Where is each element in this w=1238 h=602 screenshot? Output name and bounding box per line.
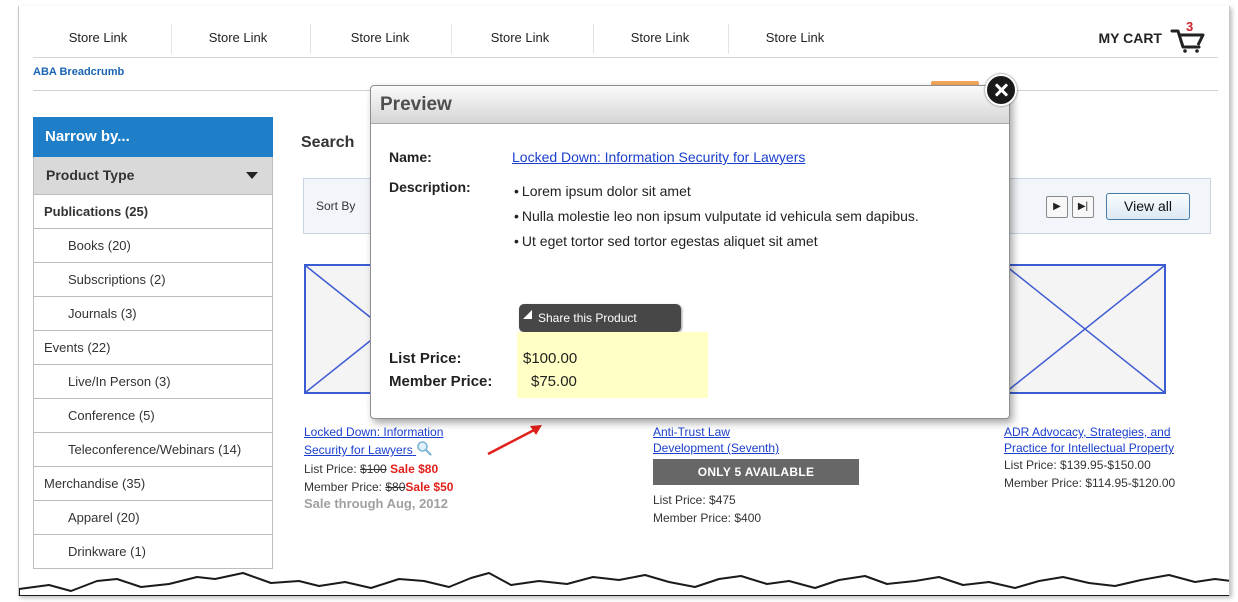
- nav-store-link-6[interactable]: Store Link: [730, 20, 860, 56]
- share-corner-icon: [523, 310, 532, 319]
- sale-price: Sale $50: [405, 480, 454, 494]
- annotation-arrow: [487, 425, 542, 456]
- product-title-line[interactable]: Security for Lawyers: [304, 443, 413, 457]
- product-title-link[interactable]: ADR Advocacy, Strategies, and Practice f…: [1004, 424, 1226, 456]
- close-icon[interactable]: [985, 74, 1017, 106]
- sidebar-item-live-in-person[interactable]: Live/In Person (3): [33, 365, 273, 399]
- member-price-line: Member Price: $400: [653, 511, 762, 525]
- member-price-label: Member Price:: [304, 480, 383, 494]
- description-item: Lorem ipsum dolor sit amet: [512, 179, 932, 204]
- nav-store-link-3[interactable]: Store Link: [315, 20, 445, 56]
- nav-divider: [451, 24, 452, 54]
- product-card: Anti-Trust Law Development (Seventh) ONL…: [653, 424, 873, 527]
- product-title-line[interactable]: Practice for Intellectual Property: [1004, 441, 1174, 455]
- dropdown-triangle-icon: [246, 172, 258, 179]
- view-all-button[interactable]: View all: [1106, 193, 1190, 220]
- product-title-line[interactable]: ADR Advocacy, Strategies, and: [1004, 425, 1171, 439]
- name-label: Name:: [389, 149, 432, 165]
- top-nav: Store Link Store Link Store Link Store L…: [33, 19, 1218, 58]
- product-name-link[interactable]: Locked Down: Information Security for La…: [512, 149, 805, 165]
- breadcrumb[interactable]: ABA Breadcrumb: [33, 66, 124, 78]
- product-title-line[interactable]: Locked Down: Information: [304, 425, 443, 439]
- member-price-value: $75.00: [531, 373, 577, 390]
- availability-badge: ONLY 5 AVAILABLE: [653, 459, 859, 485]
- member-price-line: Member Price: $114.95-$120.00: [1004, 476, 1176, 490]
- my-cart[interactable]: MY CART 3: [1098, 19, 1206, 56]
- sidebar-item-apparel[interactable]: Apparel (20): [33, 501, 273, 535]
- magnifier-icon[interactable]: [416, 440, 432, 460]
- product-card: ADR Advocacy, Strategies, and Practice f…: [1004, 424, 1226, 492]
- cart-icon: 3: [1170, 19, 1206, 53]
- list-price-line: List Price: $475: [653, 493, 736, 507]
- list-price-label: List Price:: [389, 350, 462, 367]
- sidebar-item-publications[interactable]: Publications (25): [33, 195, 273, 229]
- nav-divider: [310, 24, 311, 54]
- page-frame: Store Link Store Link Store Link Store L…: [18, 6, 1230, 596]
- narrow-by-sidebar: Narrow by... Product Type Publications (…: [33, 117, 273, 569]
- sidebar-item-journals[interactable]: Journals (3): [33, 297, 273, 331]
- share-product-button[interactable]: Share this Product: [519, 304, 681, 332]
- nav-store-link-2[interactable]: Store Link: [173, 20, 303, 56]
- product-card: Locked Down: Information Security for La…: [304, 424, 504, 511]
- list-price-value: $100.00: [523, 350, 578, 367]
- product-image-placeholder[interactable]: [1004, 264, 1166, 394]
- description-label: Description:: [389, 179, 471, 195]
- modal-title: Preview: [371, 86, 1009, 124]
- preview-modal: Preview Name: Locked Down: Information S…: [370, 85, 1010, 419]
- nav-divider: [171, 24, 172, 54]
- cart-count-badge: 3: [1186, 19, 1194, 34]
- product-title-line[interactable]: Anti-Trust Law: [653, 425, 730, 439]
- sort-by-label[interactable]: Sort By: [316, 199, 355, 213]
- nav-divider: [593, 24, 594, 54]
- next-page-button[interactable]: ▶: [1046, 196, 1068, 218]
- cart-label: MY CART: [1098, 30, 1162, 46]
- sidebar-item-subscriptions[interactable]: Subscriptions (2): [33, 263, 273, 297]
- sidebar-item-books[interactable]: Books (20): [33, 229, 273, 263]
- description-list: Lorem ipsum dolor sit amet Nulla molesti…: [512, 179, 932, 254]
- product-title-link[interactable]: Anti-Trust Law Development (Seventh): [653, 424, 873, 456]
- product-type-dropdown[interactable]: Product Type: [33, 157, 273, 195]
- list-price-label: List Price:: [304, 462, 357, 476]
- original-price: $80: [385, 480, 406, 494]
- narrow-by-header: Narrow by...: [33, 117, 273, 157]
- list-price-line: List Price: $100 Sale $80: [304, 460, 504, 478]
- product-title-line[interactable]: Development (Seventh): [653, 441, 779, 455]
- sidebar-item-teleconference-webinars[interactable]: Teleconference/Webinars (14): [33, 433, 273, 467]
- product-title-link[interactable]: Locked Down: Information Security for La…: [304, 424, 504, 460]
- last-page-icon: ▶|: [1077, 201, 1089, 212]
- sidebar-item-conference[interactable]: Conference (5): [33, 399, 273, 433]
- description-item: Ut eget tortor sed tortor egestas alique…: [512, 229, 932, 254]
- product-type-label: Product Type: [46, 167, 135, 183]
- member-price-line: Member Price: $80Sale $50: [304, 478, 504, 496]
- sidebar-item-events[interactable]: Events (22): [33, 331, 273, 365]
- sale-price: Sale $80: [390, 462, 439, 476]
- torn-edge-decoration: [19, 572, 1229, 596]
- nav-store-link-4[interactable]: Store Link: [455, 20, 585, 56]
- nav-store-link-1[interactable]: Store Link: [33, 20, 163, 56]
- nav-store-link-5[interactable]: Store Link: [595, 20, 725, 56]
- list-price-line: List Price: $139.95-$150.00: [1004, 458, 1151, 472]
- member-price-label: Member Price:: [389, 373, 493, 390]
- original-price: $100: [360, 462, 387, 476]
- last-page-button[interactable]: ▶|: [1072, 196, 1094, 218]
- share-button-label: Share this Product: [538, 311, 637, 325]
- sale-note: Sale through Aug, 2012: [304, 496, 448, 511]
- next-page-icon: ▶: [1053, 201, 1061, 212]
- sidebar-item-merchandise[interactable]: Merchandise (35): [33, 467, 273, 501]
- description-item: Nulla molestie leo non ipsum vulputate i…: [512, 204, 932, 229]
- search-results-title: Search: [301, 134, 355, 151]
- nav-divider: [728, 24, 729, 54]
